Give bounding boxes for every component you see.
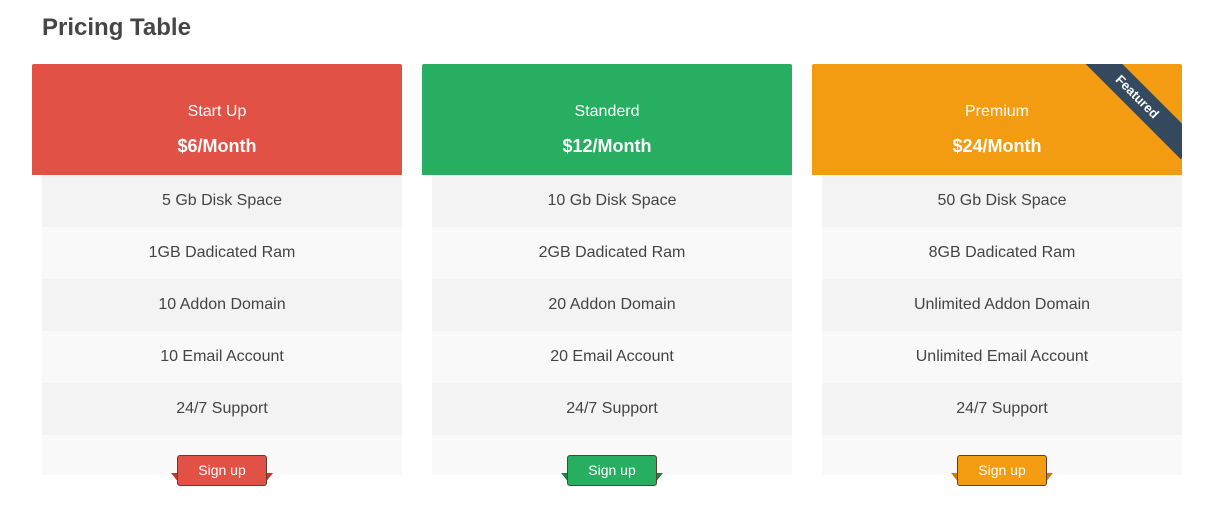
feature-item: 1GB Dadicated Ram <box>42 227 402 279</box>
signup-ribbon: Sign up <box>561 455 663 489</box>
plan-name: Start Up <box>187 103 247 120</box>
signup-button[interactable]: Sign up <box>567 455 657 486</box>
plan-header: Start Up $6/Month <box>32 64 402 175</box>
feature-item: 8GB Dadicated Ram <box>822 227 1182 279</box>
feature-item: 10 Email Account <box>42 331 402 383</box>
plan-price: $6/Month <box>177 136 257 156</box>
plan-footer: Sign up <box>432 435 792 486</box>
feature-item: 24/7 Support <box>822 383 1182 435</box>
feature-item: 24/7 Support <box>42 383 402 435</box>
plan-card-premium: Premium $24/Month Featured 50 Gb Disk Sp… <box>812 64 1182 486</box>
feature-item: 24/7 Support <box>432 383 792 435</box>
plan-name: Standerd <box>574 103 640 120</box>
feature-item: 20 Email Account <box>432 331 792 383</box>
signup-button[interactable]: Sign up <box>177 455 267 486</box>
feature-item: 10 Addon Domain <box>42 279 402 331</box>
plan-card-start-up: Start Up $6/Month 5 Gb Disk Space 1GB Da… <box>32 64 402 486</box>
feature-item: Unlimited Email Account <box>822 331 1182 383</box>
plan-header: Premium $24/Month Featured <box>812 64 1182 175</box>
feature-list: 5 Gb Disk Space 1GB Dadicated Ram 10 Add… <box>42 175 402 486</box>
feature-item: Unlimited Addon Domain <box>822 279 1182 331</box>
feature-item: 5 Gb Disk Space <box>42 175 402 227</box>
plan-price: $24/Month <box>952 136 1042 156</box>
plan-footer: Sign up <box>822 435 1182 486</box>
feature-list: 10 Gb Disk Space 2GB Dadicated Ram 20 Ad… <box>432 175 792 486</box>
feature-item: 2GB Dadicated Ram <box>432 227 792 279</box>
signup-ribbon: Sign up <box>951 455 1053 489</box>
feature-item: 10 Gb Disk Space <box>432 175 792 227</box>
plan-header: Standerd $12/Month <box>422 64 792 175</box>
plan-footer: Sign up <box>42 435 402 486</box>
feature-item: 20 Addon Domain <box>432 279 792 331</box>
signup-ribbon: Sign up <box>171 455 273 489</box>
plan-price: $12/Month <box>562 136 652 156</box>
feature-list: 50 Gb Disk Space 8GB Dadicated Ram Unlim… <box>822 175 1182 486</box>
feature-item: 50 Gb Disk Space <box>822 175 1182 227</box>
signup-button[interactable]: Sign up <box>957 455 1047 486</box>
plan-card-standerd: Standerd $12/Month 10 Gb Disk Space 2GB … <box>422 64 792 486</box>
page-title: Pricing Table <box>42 14 191 41</box>
